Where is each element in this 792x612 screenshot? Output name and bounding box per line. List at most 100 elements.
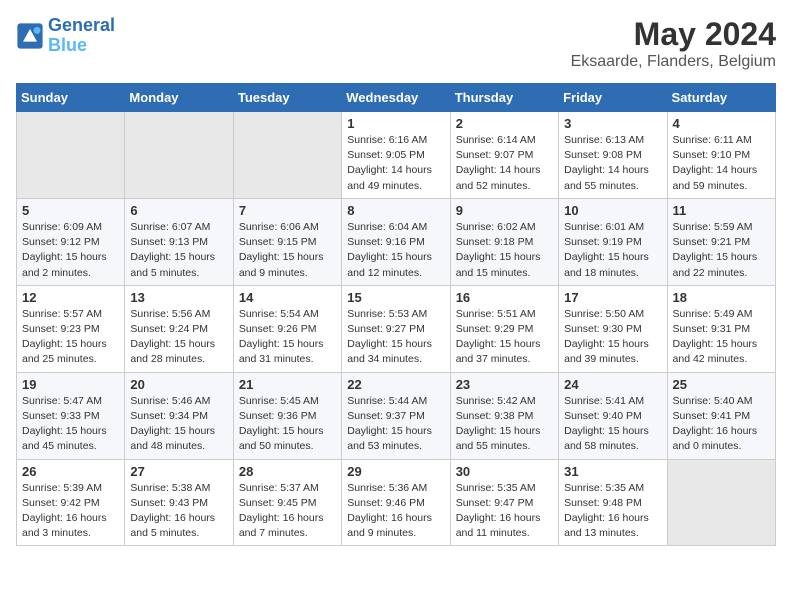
calendar-week-row: 19 Sunrise: 5:47 AMSunset: 9:33 PMDayligh… bbox=[17, 372, 776, 459]
calendar-cell: 20Sunrise: 5:46 AMSunset: 9:34 PMDayligh… bbox=[125, 372, 233, 459]
day-info: Sunrise: 5:57 AMSunset: 9:23 PMDaylight:… bbox=[22, 307, 119, 368]
day-info: Sunrise: 5:51 AMSunset: 9:29 PMDaylight:… bbox=[456, 307, 553, 368]
day-number: 4 bbox=[673, 116, 770, 131]
day-info: Sunrise: 6:11 AMSunset: 9:10 PMDaylight:… bbox=[673, 133, 770, 194]
calendar-cell: 15 Sunrise: 5:53 AMSunset: 9:27 PMDayligh… bbox=[342, 285, 450, 372]
day-info: Sunrise: 6:14 AMSunset: 9:07 PMDaylight:… bbox=[456, 133, 553, 194]
calendar-cell: 31 Sunrise: 5:35 AMSunset: 9:48 PMDayligh… bbox=[559, 459, 667, 546]
day-info: Sunrise: 6:16 AMSunset: 9:05 PMDaylight:… bbox=[347, 133, 444, 194]
day-number: 5 bbox=[22, 203, 119, 218]
calendar-week-row: 12 Sunrise: 5:57 AMSunset: 9:23 PMDayligh… bbox=[17, 285, 776, 372]
calendar-cell: 21 Sunrise: 5:45 AMSunset: 9:36 PMDayligh… bbox=[233, 372, 341, 459]
logo-text: GeneralBlue bbox=[48, 16, 115, 56]
day-number: 17 bbox=[564, 290, 661, 305]
day-number: 16 bbox=[456, 290, 553, 305]
calendar-cell bbox=[667, 459, 775, 546]
day-info: Sunrise: 5:59 AMSunset: 9:21 PMDaylight:… bbox=[673, 220, 770, 281]
subtitle: Eksaarde, Flanders, Belgium bbox=[571, 53, 776, 71]
day-number: 26 bbox=[22, 464, 119, 479]
day-info: Sunrise: 5:50 AMSunset: 9:30 PMDaylight:… bbox=[564, 307, 661, 368]
day-info: Sunrise: 5:40 AMSunset: 9:41 PMDaylight:… bbox=[673, 394, 770, 455]
day-info: Sunrise: 5:44 AMSunset: 9:37 PMDaylight:… bbox=[347, 394, 444, 455]
day-number: 31 bbox=[564, 464, 661, 479]
day-info: Sunrise: 5:38 AMSunset: 9:43 PMDaylight:… bbox=[130, 481, 227, 542]
day-number: 12 bbox=[22, 290, 119, 305]
calendar-cell: 14 Sunrise: 5:54 AMSunset: 9:26 PMDayligh… bbox=[233, 285, 341, 372]
calendar-cell: 23Sunrise: 5:42 AMSunset: 9:38 PMDayligh… bbox=[450, 372, 558, 459]
day-info: Sunrise: 5:37 AMSunset: 9:45 PMDaylight:… bbox=[239, 481, 336, 542]
calendar-table: SundayMondayTuesdayWednesdayThursdayFrid… bbox=[16, 83, 776, 546]
calendar-cell: 10 Sunrise: 6:01 AMSunset: 9:19 PMDayligh… bbox=[559, 198, 667, 285]
day-number: 29 bbox=[347, 464, 444, 479]
day-number: 30 bbox=[456, 464, 553, 479]
day-number: 9 bbox=[456, 203, 553, 218]
calendar-cell: 6Sunrise: 6:07 AMSunset: 9:13 PMDaylight… bbox=[125, 198, 233, 285]
day-number: 2 bbox=[456, 116, 553, 131]
calendar-cell: 29 Sunrise: 5:36 AMSunset: 9:46 PMDayligh… bbox=[342, 459, 450, 546]
weekday-header: Monday bbox=[125, 84, 233, 112]
logo: GeneralBlue bbox=[16, 16, 115, 56]
calendar-cell: 28 Sunrise: 5:37 AMSunset: 9:45 PMDayligh… bbox=[233, 459, 341, 546]
day-number: 13 bbox=[130, 290, 227, 305]
day-info: Sunrise: 6:01 AMSunset: 9:19 PMDaylight:… bbox=[564, 220, 661, 281]
day-number: 22 bbox=[347, 377, 444, 392]
calendar-cell: 18 Sunrise: 5:49 AMSunset: 9:31 PMDayligh… bbox=[667, 285, 775, 372]
day-info: Sunrise: 5:47 AMSunset: 9:33 PMDaylight:… bbox=[22, 394, 119, 455]
calendar-cell: 22 Sunrise: 5:44 AMSunset: 9:37 PMDayligh… bbox=[342, 372, 450, 459]
calendar-cell: 25 Sunrise: 5:40 AMSunset: 9:41 PMDayligh… bbox=[667, 372, 775, 459]
title-block: May 2024 Eksaarde, Flanders, Belgium bbox=[571, 16, 776, 71]
calendar-week-row: 5 Sunrise: 6:09 AMSunset: 9:12 PMDaylight… bbox=[17, 198, 776, 285]
day-info: Sunrise: 5:35 AMSunset: 9:47 PMDaylight:… bbox=[456, 481, 553, 542]
weekday-header: Saturday bbox=[667, 84, 775, 112]
day-info: Sunrise: 5:36 AMSunset: 9:46 PMDaylight:… bbox=[347, 481, 444, 542]
calendar-cell: 17 Sunrise: 5:50 AMSunset: 9:30 PMDayligh… bbox=[559, 285, 667, 372]
weekday-header: Wednesday bbox=[342, 84, 450, 112]
day-number: 20 bbox=[130, 377, 227, 392]
calendar-body: 1 Sunrise: 6:16 AMSunset: 9:05 PMDaylight… bbox=[17, 112, 776, 546]
day-number: 3 bbox=[564, 116, 661, 131]
calendar-cell: 13Sunrise: 5:56 AMSunset: 9:24 PMDayligh… bbox=[125, 285, 233, 372]
day-info: Sunrise: 5:54 AMSunset: 9:26 PMDaylight:… bbox=[239, 307, 336, 368]
logo-icon bbox=[16, 22, 44, 50]
day-number: 25 bbox=[673, 377, 770, 392]
day-info: Sunrise: 6:07 AMSunset: 9:13 PMDaylight:… bbox=[130, 220, 227, 281]
calendar-week-row: 1 Sunrise: 6:16 AMSunset: 9:05 PMDaylight… bbox=[17, 112, 776, 199]
day-number: 24 bbox=[564, 377, 661, 392]
day-number: 21 bbox=[239, 377, 336, 392]
day-info: Sunrise: 5:42 AMSunset: 9:38 PMDaylight:… bbox=[456, 394, 553, 455]
day-number: 18 bbox=[673, 290, 770, 305]
day-number: 14 bbox=[239, 290, 336, 305]
day-info: Sunrise: 6:09 AMSunset: 9:12 PMDaylight:… bbox=[22, 220, 119, 281]
calendar-cell: 19 Sunrise: 5:47 AMSunset: 9:33 PMDayligh… bbox=[17, 372, 125, 459]
calendar-cell: 2 Sunrise: 6:14 AMSunset: 9:07 PMDaylight… bbox=[450, 112, 558, 199]
calendar-cell: 24 Sunrise: 5:41 AMSunset: 9:40 PMDayligh… bbox=[559, 372, 667, 459]
weekday-header: Thursday bbox=[450, 84, 558, 112]
calendar-cell: 27Sunrise: 5:38 AMSunset: 9:43 PMDayligh… bbox=[125, 459, 233, 546]
day-info: Sunrise: 5:53 AMSunset: 9:27 PMDaylight:… bbox=[347, 307, 444, 368]
calendar-cell: 12 Sunrise: 5:57 AMSunset: 9:23 PMDayligh… bbox=[17, 285, 125, 372]
calendar-cell: 9 Sunrise: 6:02 AMSunset: 9:18 PMDaylight… bbox=[450, 198, 558, 285]
calendar-cell: 5 Sunrise: 6:09 AMSunset: 9:12 PMDaylight… bbox=[17, 198, 125, 285]
day-info: Sunrise: 6:06 AMSunset: 9:15 PMDaylight:… bbox=[239, 220, 336, 281]
day-info: Sunrise: 6:13 AMSunset: 9:08 PMDaylight:… bbox=[564, 133, 661, 194]
day-info: Sunrise: 6:02 AMSunset: 9:18 PMDaylight:… bbox=[456, 220, 553, 281]
day-info: Sunrise: 5:35 AMSunset: 9:48 PMDaylight:… bbox=[564, 481, 661, 542]
day-number: 10 bbox=[564, 203, 661, 218]
day-info: Sunrise: 5:39 AMSunset: 9:42 PMDaylight:… bbox=[22, 481, 119, 542]
calendar-header-row: SundayMondayTuesdayWednesdayThursdayFrid… bbox=[17, 84, 776, 112]
day-number: 8 bbox=[347, 203, 444, 218]
day-number: 7 bbox=[239, 203, 336, 218]
day-info: Sunrise: 5:41 AMSunset: 9:40 PMDaylight:… bbox=[564, 394, 661, 455]
calendar-cell bbox=[17, 112, 125, 199]
calendar-cell: 3 Sunrise: 6:13 AMSunset: 9:08 PMDaylight… bbox=[559, 112, 667, 199]
day-info: Sunrise: 5:45 AMSunset: 9:36 PMDaylight:… bbox=[239, 394, 336, 455]
day-number: 28 bbox=[239, 464, 336, 479]
calendar-cell: 30 Sunrise: 5:35 AMSunset: 9:47 PMDayligh… bbox=[450, 459, 558, 546]
day-info: Sunrise: 5:49 AMSunset: 9:31 PMDaylight:… bbox=[673, 307, 770, 368]
day-number: 15 bbox=[347, 290, 444, 305]
calendar-cell: 16 Sunrise: 5:51 AMSunset: 9:29 PMDayligh… bbox=[450, 285, 558, 372]
day-number: 1 bbox=[347, 116, 444, 131]
calendar-cell: 11Sunrise: 5:59 AMSunset: 9:21 PMDayligh… bbox=[667, 198, 775, 285]
weekday-header: Friday bbox=[559, 84, 667, 112]
day-number: 19 bbox=[22, 377, 119, 392]
